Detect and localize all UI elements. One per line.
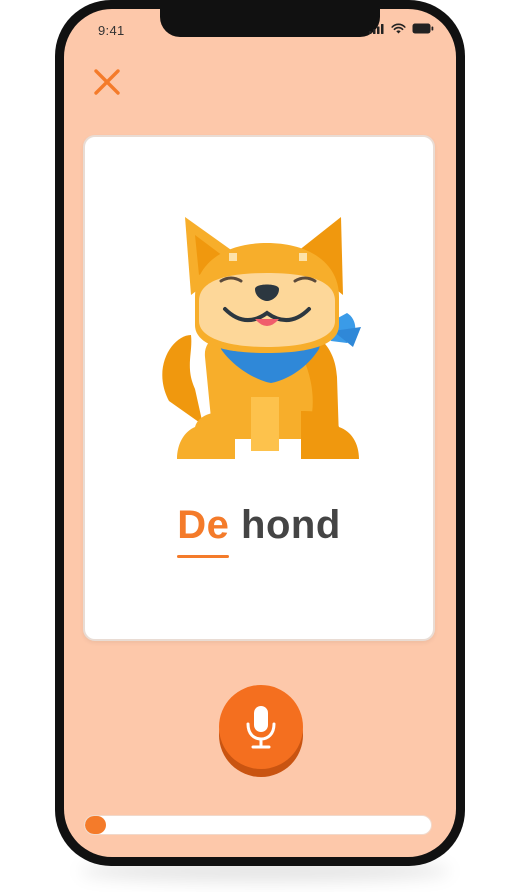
flashcard-word: De hond bbox=[85, 503, 433, 558]
word-noun: hond bbox=[241, 503, 341, 547]
battery-icon bbox=[412, 23, 434, 34]
dog-illustration bbox=[162, 217, 361, 459]
flashcard: De hond bbox=[83, 135, 435, 641]
status-icons bbox=[369, 23, 434, 34]
close-icon bbox=[94, 69, 120, 95]
progress-fill bbox=[85, 816, 106, 834]
wifi-icon bbox=[391, 23, 406, 34]
status-time: 9:41 bbox=[98, 23, 125, 38]
notch bbox=[160, 9, 380, 37]
article-wrapper: De bbox=[177, 503, 230, 558]
signal-icon bbox=[369, 24, 384, 34]
microphone-icon bbox=[246, 706, 276, 749]
article-underline bbox=[177, 555, 230, 558]
progress-bar bbox=[84, 815, 432, 835]
app-screen: 9:41 De hond bbox=[64, 9, 456, 857]
phone-frame: 9:41 De hond bbox=[55, 0, 465, 866]
word-article: De bbox=[177, 503, 230, 547]
close-button[interactable] bbox=[90, 65, 124, 99]
microphone-button[interactable] bbox=[219, 685, 303, 769]
